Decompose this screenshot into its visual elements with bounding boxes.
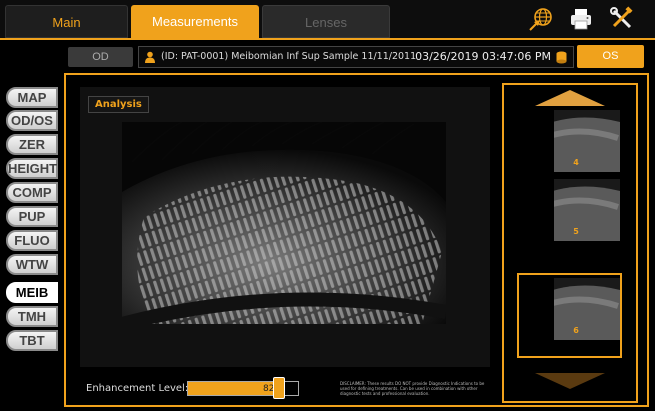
thumbnail-number: 5 (573, 227, 579, 236)
patient-info-bar: (ID: PAT-0001) Meibomian Inf Sup Sample … (138, 46, 574, 68)
top-bar: Main Measurements Lenses (0, 0, 655, 38)
scroll-down-arrow-icon[interactable] (535, 373, 605, 389)
tab-lenses[interactable]: Lenses (262, 5, 390, 38)
meibography-image[interactable] (122, 122, 446, 324)
patient-info: (ID: PAT-0001) Meibomian Inf Sup Sample … (161, 51, 417, 62)
menu-item-meib[interactable]: MEIB (6, 282, 58, 303)
os-button[interactable]: OS (577, 45, 644, 68)
tab-main[interactable]: Main (5, 5, 128, 38)
menu-item-pup[interactable]: PUP (6, 206, 58, 227)
menu-item-tbt[interactable]: TBT (6, 330, 58, 351)
menu-item-zer[interactable]: ZER (6, 134, 58, 155)
patient-icon (145, 51, 155, 63)
printer-icon[interactable] (568, 6, 594, 32)
od-button[interactable]: OD (68, 47, 133, 67)
thumbnail-number: 6 (573, 326, 579, 335)
network-globe-icon[interactable] (528, 6, 554, 32)
disclaimer-text: DISCLAIMER: These results DO NOT provide… (340, 381, 485, 396)
tools-icon[interactable] (609, 6, 635, 32)
menu-item-comp[interactable]: COMP (6, 182, 58, 203)
tab-measurements[interactable]: Measurements (131, 5, 259, 38)
menu-item-fluo[interactable]: FLUO (6, 230, 58, 251)
enhancement-label: Enhancement Level: (86, 383, 189, 394)
analysis-button[interactable]: Analysis (88, 96, 149, 113)
menu-item-height[interactable]: HEIGHT (6, 158, 58, 179)
menu-item-tmh[interactable]: TMH (6, 306, 58, 327)
scroll-up-arrow-icon[interactable] (535, 90, 605, 106)
header-divider (0, 38, 655, 40)
menu-item-od-os[interactable]: OD/OS (6, 110, 58, 131)
exam-datetime: 03/26/2019 03:47:06 PM (415, 50, 551, 63)
menu-item-wtw[interactable]: WTW (6, 254, 58, 275)
database-icon[interactable] (556, 51, 567, 64)
thumbnail-number: 4 (573, 158, 579, 167)
menu-item-map[interactable]: MAP (6, 87, 58, 108)
slider-thumb[interactable] (273, 377, 285, 399)
